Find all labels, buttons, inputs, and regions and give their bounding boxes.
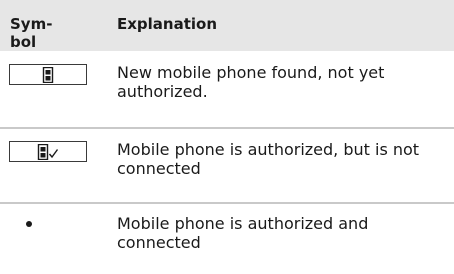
symbol-table: Sym- bol Explanation New mobile phone fo…	[0, 0, 454, 274]
symbol-cell	[0, 128, 107, 204]
table-row: Mobile phone is authorized, but is not c…	[0, 128, 454, 204]
phone-authorized-icon	[9, 141, 87, 162]
phone-icon	[9, 64, 87, 85]
header-row: Sym- bol Explanation	[0, 0, 454, 51]
symbol-cell	[0, 203, 107, 274]
table-row: New mobile phone found, not yet authoriz…	[0, 51, 454, 129]
bullet-icon	[9, 214, 49, 234]
symbol-header-line-1: Sym-	[10, 15, 53, 33]
table-row: Mobile phone is authorized and connected	[0, 203, 454, 274]
explanation-cell: New mobile phone found, not yet authoriz…	[107, 51, 454, 129]
symbol-header-line-2: bol	[10, 33, 37, 51]
explanation-cell: Mobile phone is authorized and connected	[117, 214, 369, 252]
explanation-cell: Mobile phone is authorized, but is not c…	[107, 128, 454, 204]
explanation-column-header: Explanation	[107, 0, 454, 51]
symbol-cell	[0, 51, 107, 129]
symbol-column-header: Sym- bol	[0, 0, 107, 51]
